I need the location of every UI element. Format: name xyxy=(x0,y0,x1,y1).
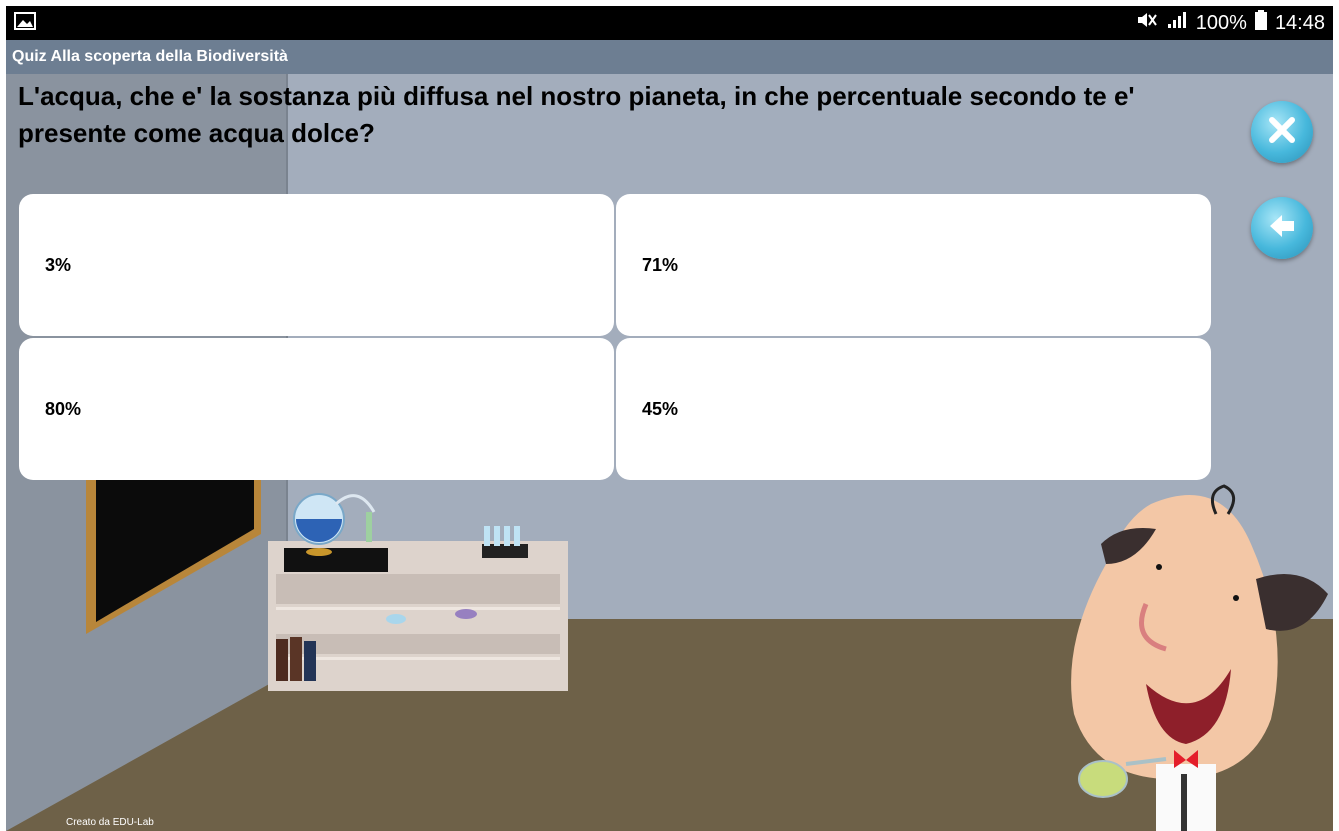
quiz-scene: L'acqua, che e' la sostanza più diffusa … xyxy=(6,74,1333,831)
answer-label: 80% xyxy=(45,398,82,419)
battery-icon xyxy=(1254,10,1267,36)
answer-label: 3% xyxy=(45,254,72,275)
status-bar: 100% 14:48 xyxy=(6,6,1333,40)
answer-label: 71% xyxy=(642,254,679,275)
answer-option-3[interactable]: 80% xyxy=(19,338,614,480)
answer-option-2[interactable]: 71% xyxy=(616,194,1211,336)
test-tube-rack xyxy=(482,544,528,558)
close-button[interactable] xyxy=(1251,101,1313,163)
close-icon xyxy=(1267,115,1297,150)
status-icons: 100% 14:48 xyxy=(1136,10,1325,36)
question-text: L'acqua, che e' la sostanza più diffusa … xyxy=(18,81,1135,148)
battery-percent: 100% xyxy=(1195,11,1247,34)
signal-icon xyxy=(1166,11,1188,35)
books xyxy=(276,639,288,681)
arrow-left-icon xyxy=(1267,211,1297,246)
mute-icon xyxy=(1136,11,1158,35)
image-notification-icon xyxy=(14,11,36,35)
back-button[interactable] xyxy=(1251,197,1313,259)
answer-label: 45% xyxy=(642,398,679,419)
app-title: Quiz Alla scoperta della Biodiversità xyxy=(12,48,288,65)
answer-option-1[interactable]: 3% xyxy=(19,194,614,336)
clock: 14:48 xyxy=(1274,11,1325,34)
app-title-bar: Quiz Alla scoperta della Biodiversità xyxy=(6,40,1333,74)
answer-option-4[interactable]: 45% xyxy=(616,338,1211,480)
credit-text: Creato da EDU-Lab xyxy=(66,817,154,828)
